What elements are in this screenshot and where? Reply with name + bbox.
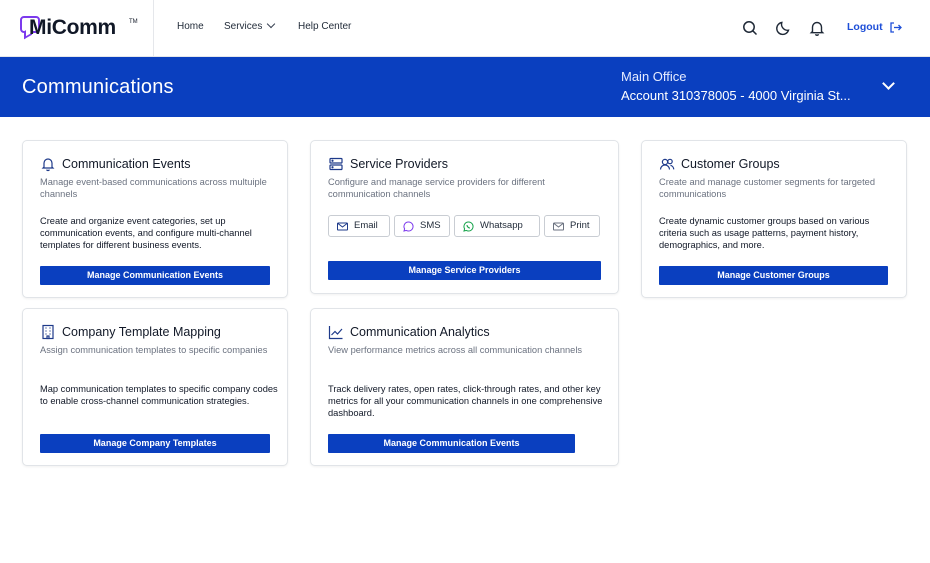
chip-whatsapp[interactable]: Whatsapp (454, 215, 540, 237)
card-title: Company Template Mapping (62, 325, 221, 339)
manage-communication-analytics-button[interactable]: Manage Communication Events (328, 434, 575, 453)
manage-service-providers-button[interactable]: Manage Service Providers (328, 261, 601, 280)
card-subtitle: View performance metrics across all comm… (328, 345, 583, 355)
nav-help-center[interactable]: Help Center (298, 21, 351, 32)
card-description: Create and organize event categories, se… (40, 216, 252, 250)
chart-line-icon (328, 326, 343, 340)
card-title: Communication Events (62, 157, 191, 171)
card-subtitle: Configure and manage service providers f… (328, 177, 545, 199)
brand-logo[interactable]: MiComm TM (0, 0, 154, 56)
card-description: Track delivery rates, open rates, click-… (328, 384, 603, 418)
card-title: Communication Analytics (350, 325, 490, 339)
card-service-providers: Service Providers Configure and manage s… (310, 140, 619, 294)
manage-company-templates-button[interactable]: Manage Company Templates (40, 434, 270, 453)
building-icon (42, 324, 54, 340)
chip-email[interactable]: Email (328, 215, 390, 237)
chip-label: SMS (420, 220, 441, 231)
envelope-icon (553, 222, 564, 231)
bell-icon (41, 158, 55, 172)
manage-customer-groups-button[interactable]: Manage Customer Groups (659, 266, 888, 285)
nav-home[interactable]: Home (177, 21, 204, 32)
manage-communication-events-button[interactable]: Manage Communication Events (40, 266, 270, 285)
users-icon (659, 158, 675, 170)
card-subtitle: Assign communication templates to specif… (40, 345, 268, 355)
page-title: Communications (22, 76, 174, 98)
card-title: Service Providers (350, 157, 448, 171)
chevron-down-icon (267, 19, 276, 29)
chip-print[interactable]: Print (544, 215, 600, 237)
chevron-down-icon[interactable] (882, 77, 895, 90)
brand-name: MiComm (29, 16, 116, 39)
card-company-template-mapping: Company Template Mapping Assign communic… (22, 308, 288, 466)
card-subtitle: Create and manage customer segments for … (659, 177, 876, 199)
chip-label: Print (570, 220, 590, 231)
card-subtitle: Manage event-based communications across… (40, 177, 267, 199)
card-customer-groups: Customer Groups Create and manage custom… (641, 140, 907, 298)
logout-link[interactable]: Logout (847, 21, 883, 33)
brand-trademark: TM (129, 19, 138, 25)
chip-label: Email (354, 220, 378, 231)
card-description: Create dynamic customer groups based on … (659, 216, 870, 250)
office-label[interactable]: Main Office (621, 69, 687, 84)
card-communication-analytics: Communication Analytics View performance… (310, 308, 619, 466)
nav-services-label: Services (224, 21, 263, 32)
chip-sms[interactable]: SMS (394, 215, 450, 237)
page-banner: Communications Main Office Account 31037… (0, 57, 930, 117)
top-navigation-bar: MiComm TM Home Services Help Center Logo… (0, 0, 930, 57)
account-selector[interactable]: Account 310378005 - 4000 Virginia St... (621, 88, 877, 103)
nav-services[interactable]: Services (224, 19, 276, 32)
card-communication-events: Communication Events Manage event-based … (22, 140, 288, 298)
chip-label: Whatsapp (480, 220, 523, 231)
server-icon (329, 157, 343, 171)
search-icon[interactable] (741, 19, 759, 37)
envelope-icon (337, 222, 348, 231)
card-title: Customer Groups (681, 157, 780, 171)
logout-icon[interactable] (889, 21, 902, 34)
message-circle-icon (403, 221, 414, 232)
bell-icon[interactable] (808, 19, 826, 37)
card-description: Map communication templates to specific … (40, 384, 278, 406)
moon-icon[interactable] (775, 19, 793, 37)
whatsapp-icon (463, 221, 474, 232)
